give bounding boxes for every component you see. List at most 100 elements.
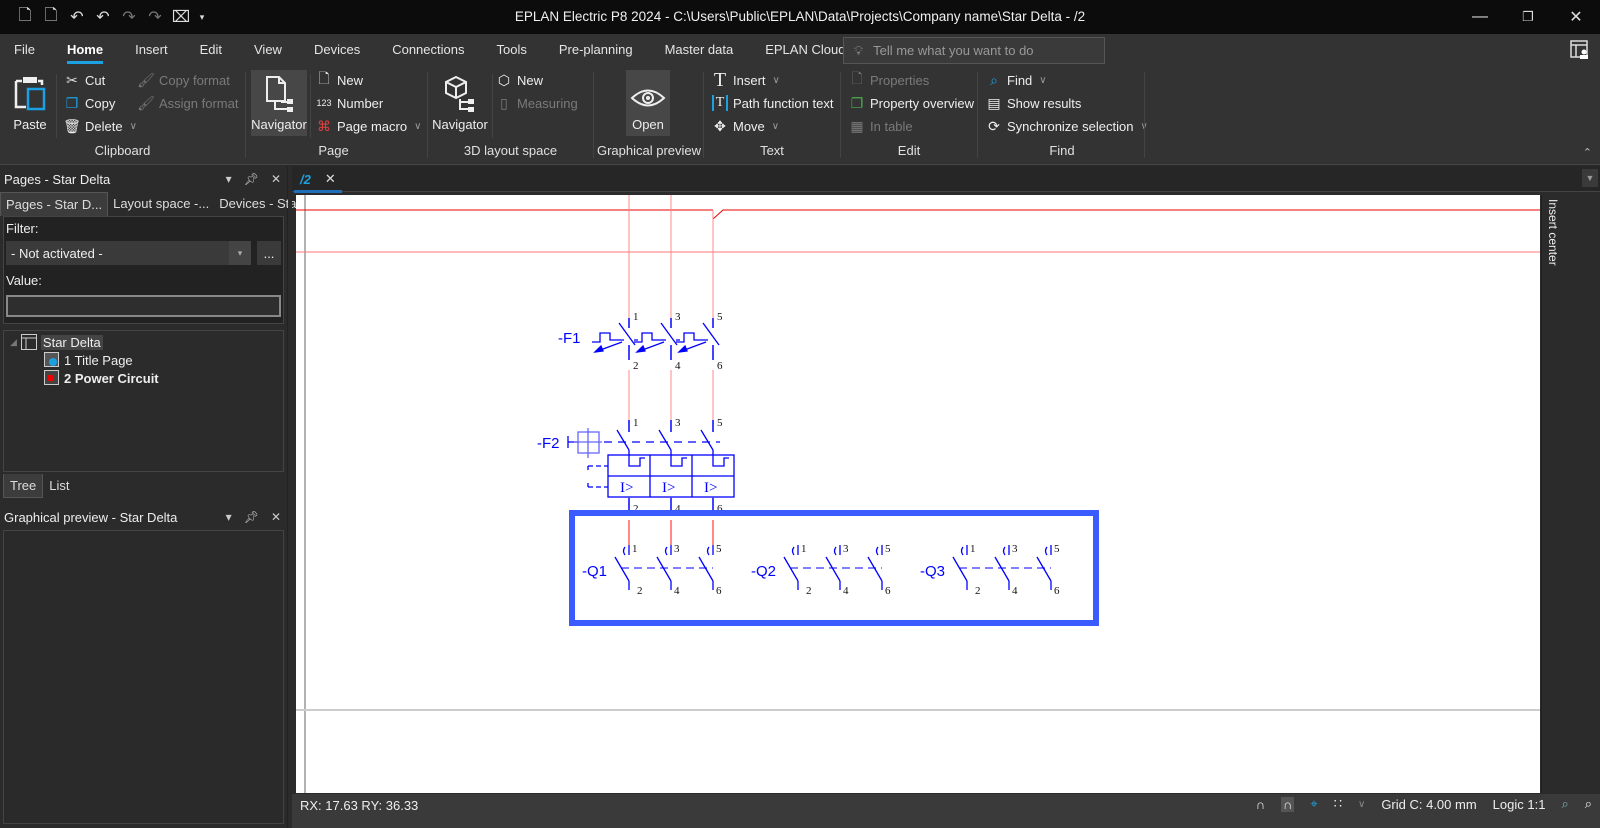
f2-trip-labels: I> I> I> xyxy=(620,480,717,496)
tab-edit[interactable]: Edit xyxy=(184,34,238,66)
page-macro-button[interactable]: ⌘ Page macro ∨ xyxy=(316,115,421,137)
tree-item-title-page[interactable]: 1 Title Page xyxy=(44,351,133,369)
page-group: Navigator 🗋 New 123 Number ⌘ Page macro ∨ Pa… xyxy=(246,66,421,164)
synchronize-selection-button[interactable]: ⟳Synchronize selection∨ xyxy=(986,115,1148,137)
filter-area: Filter: - Not activated - ▾ ... Value: xyxy=(3,216,284,324)
f2-tag: -F2 xyxy=(537,435,560,452)
tab-close-icon[interactable]: ✕ xyxy=(325,171,336,187)
tab-home[interactable]: Home xyxy=(51,34,119,66)
open-preview-button[interactable]: Open xyxy=(626,70,670,136)
contactor-tag: -Q2 xyxy=(751,563,776,580)
value-input[interactable] xyxy=(6,295,281,317)
undo-page-icon[interactable]: ↶ xyxy=(66,6,88,28)
tab-file[interactable]: File xyxy=(0,34,51,66)
paste-button[interactable]: Paste xyxy=(0,70,60,136)
preview-close-icon[interactable]: ✕ xyxy=(271,510,281,524)
terminal-top: 5 xyxy=(1054,543,1060,555)
new-3d-button[interactable]: ⬡ New xyxy=(496,69,543,91)
tab-connections[interactable]: Connections xyxy=(376,34,480,66)
redo-page-icon[interactable]: ↷ xyxy=(144,6,166,28)
schematic-canvas[interactable]: -F1 1 3 5 2 4 6 -F2 I> I> I> 1 3 5 2 4 6… xyxy=(296,195,1540,793)
page-navigator-button[interactable]: Navigator xyxy=(251,70,307,136)
panel-close-icon[interactable]: ✕ xyxy=(271,172,281,186)
table-icon: ▦ xyxy=(850,117,864,134)
measuring-button[interactable]: ▯ Measuring xyxy=(496,92,578,114)
title-bar: 🗋 🗋 ↶ ↶ ↷ ↷ ⌧ ▾ EPLAN Electric P8 2024 -… xyxy=(0,0,1600,34)
customize-dropdown-icon[interactable]: ▾ xyxy=(196,6,208,28)
path-function-text-button[interactable]: T Path function text xyxy=(712,92,833,114)
undo-icon[interactable]: ↶ xyxy=(92,6,114,28)
tab-list[interactable]: List xyxy=(43,474,75,498)
crosshair-icon[interactable]: ⌖ xyxy=(1310,796,1317,812)
cursor-coordinates: RX: 17.63 RY: 36.33 xyxy=(300,798,419,813)
logic-scale: Logic 1:1 xyxy=(1492,796,1546,812)
chevron-down-icon[interactable]: ▾ xyxy=(229,241,251,265)
copy-format-button[interactable]: 🖌︎ Copy format xyxy=(137,69,230,91)
tell-me-search[interactable]: 💡︎ Tell me what you want to do xyxy=(843,37,1105,64)
close-project-icon[interactable]: ⌧ xyxy=(170,6,192,28)
move-text-button[interactable]: ✥ Move ∨ xyxy=(712,115,779,137)
3d-navigator-button[interactable]: Navigator xyxy=(432,70,488,136)
subtab-pages[interactable]: Pages - Star D... xyxy=(0,192,109,216)
tell-me-placeholder: Tell me what you want to do xyxy=(873,43,1034,58)
panel-splitter[interactable] xyxy=(288,166,292,828)
tab-insert[interactable]: Insert xyxy=(119,34,184,66)
number-pages-button[interactable]: 123 Number xyxy=(316,92,383,114)
results-list-icon: ▤ xyxy=(987,94,1001,111)
zoom-fit-icon[interactable]: ⌕ xyxy=(1585,796,1592,812)
assign-format-button[interactable]: 🖌︎ Assign format xyxy=(137,92,238,114)
expand-icon[interactable]: ◢ xyxy=(10,337,17,348)
filter-more-button[interactable]: ... xyxy=(257,241,281,265)
collapse-ribbon-icon[interactable]: ⌃ xyxy=(1583,146,1592,159)
preview-menu-icon[interactable]: ▾ xyxy=(226,510,232,524)
pages-panel-title: Pages - Star Delta xyxy=(4,171,111,187)
subtab-layout-space[interactable]: Layout space -... xyxy=(108,192,214,216)
grid-icon[interactable]: ∷ xyxy=(1334,796,1342,812)
property-overview-button[interactable]: ❐ Property overview xyxy=(849,92,974,114)
insert-text-button[interactable]: T Insert ∨ xyxy=(712,69,780,91)
delete-button[interactable]: 🗑︎ Delete ∨ xyxy=(63,115,137,137)
properties-button[interactable]: 🗋 Properties xyxy=(849,69,929,91)
panel-menu-icon[interactable]: ▾ xyxy=(226,172,232,186)
new-cube-icon: ⬡ xyxy=(497,71,511,88)
tab-tools[interactable]: Tools xyxy=(480,34,542,66)
terminal-top: 3 xyxy=(1012,543,1018,555)
tab-view[interactable]: View xyxy=(238,34,298,66)
insert-center-panel[interactable]: Insert center xyxy=(1541,195,1565,793)
document-tab[interactable]: /2 ✕ xyxy=(294,166,342,193)
in-table-button[interactable]: ▦ In table xyxy=(849,115,912,137)
document-list-dropdown[interactable]: ▼ xyxy=(1582,169,1598,187)
device-q1: -Q1 1 2 3 4 5 6 xyxy=(582,543,722,597)
tab-devices[interactable]: Devices xyxy=(298,34,376,66)
filter-dropdown[interactable]: - Not activated - ▾ xyxy=(6,241,251,265)
terminal-bottom: 4 xyxy=(1012,585,1018,597)
find-button[interactable]: ⌕ Find ∨ xyxy=(986,69,1047,91)
close-icon[interactable]: ✕ xyxy=(1552,0,1600,34)
tab-tree[interactable]: Tree xyxy=(3,474,44,498)
device-q2: -Q2 1 2 3 4 5 6 xyxy=(751,543,891,597)
zoom-window-icon[interactable]: ⌕ xyxy=(1561,796,1568,812)
preview-pin-icon[interactable]: 📌︎ xyxy=(244,510,259,524)
page-tree: ◢ Star Delta 1 Title Page 2 Power Circui… xyxy=(3,330,284,472)
tree-item-power-circuit[interactable]: 2 Power Circuit xyxy=(44,369,159,387)
open-project-icon[interactable]: 🗋 xyxy=(40,6,62,28)
tree-root[interactable]: ◢ Star Delta xyxy=(10,333,103,351)
object-snap-icon[interactable]: ∩ xyxy=(1281,796,1295,812)
search-icon: ⌕ xyxy=(990,71,998,88)
redo-icon[interactable]: ↷ xyxy=(118,6,140,28)
snap-icon[interactable]: ∩ xyxy=(1256,797,1265,812)
svg-text:I>: I> xyxy=(620,480,633,496)
minimize-icon[interactable]: — xyxy=(1456,0,1504,34)
tab-master-data[interactable]: Master data xyxy=(649,34,750,66)
restore-icon[interactable]: ❐ xyxy=(1504,0,1552,34)
grid-dropdown-icon[interactable]: ∨ xyxy=(1358,799,1365,810)
tab-pre-planning[interactable]: Pre-planning xyxy=(543,34,649,66)
cut-button[interactable]: ✂ Cut xyxy=(64,69,105,91)
pin-icon[interactable]: 📌︎ xyxy=(244,172,259,186)
show-results-button[interactable]: ▤ Show results xyxy=(986,92,1081,114)
new-project-icon[interactable]: 🗋 xyxy=(14,6,36,28)
copy-button[interactable]: ❐ Copy xyxy=(64,92,116,114)
user-account-icon[interactable] xyxy=(1570,40,1592,62)
terminal-bottom: 4 xyxy=(843,585,849,597)
new-page-button[interactable]: 🗋 New xyxy=(316,69,363,91)
